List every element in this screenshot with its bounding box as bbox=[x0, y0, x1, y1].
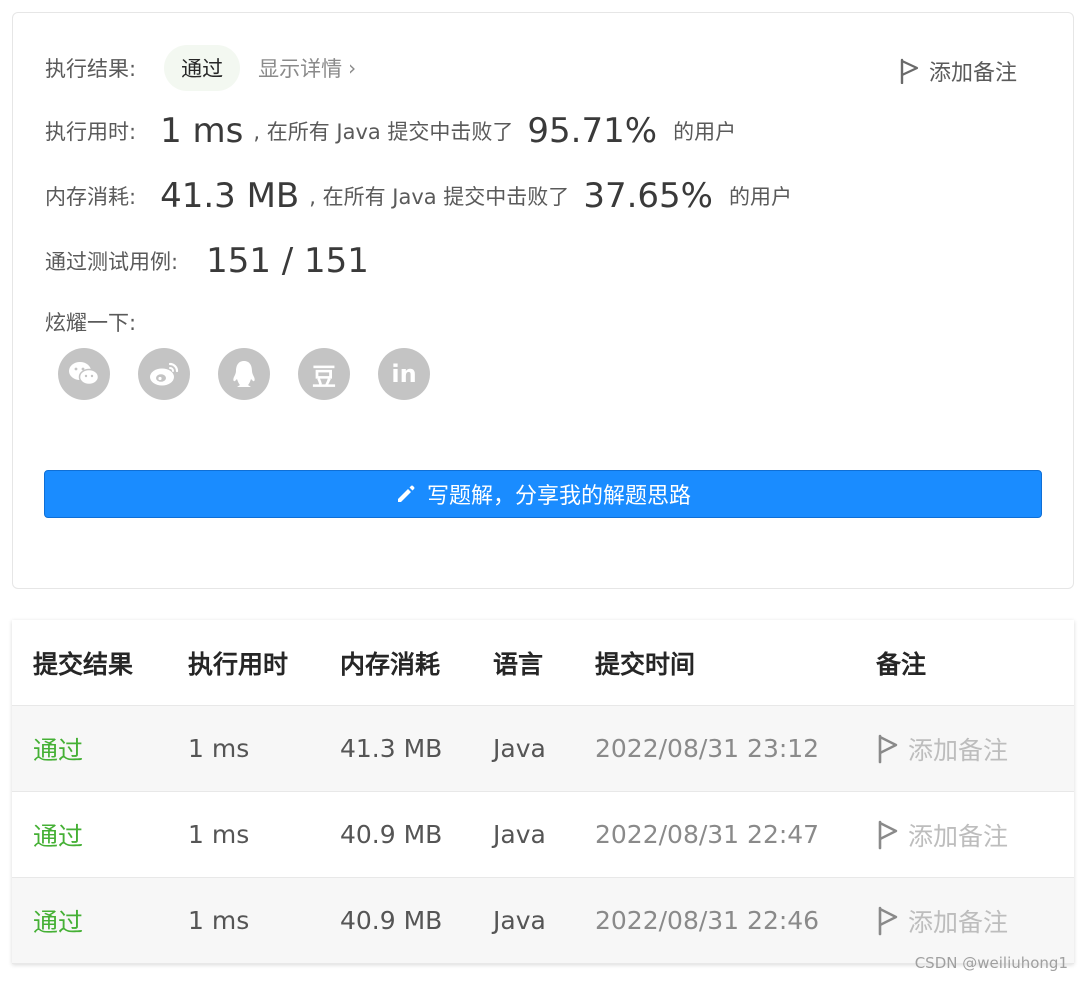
row-time: 2022/08/31 22:46 bbox=[595, 906, 820, 935]
row-add-note-button[interactable]: 添加备注 bbox=[876, 817, 1008, 853]
header-note: 备注 bbox=[876, 649, 927, 679]
share-row: 炫耀一下: bbox=[45, 307, 136, 337]
header-memory[interactable]: 内存消耗 bbox=[340, 645, 440, 681]
tests-value: 151 / 151 bbox=[206, 241, 369, 281]
header-language[interactable]: 语言 bbox=[493, 645, 543, 681]
row-add-note-button[interactable]: 添加备注 bbox=[876, 903, 1008, 939]
row-status[interactable]: 通过 bbox=[33, 903, 83, 939]
header-runtime[interactable]: 执行用时 bbox=[188, 645, 288, 681]
write-solution-button[interactable]: 写题解，分享我的解题思路 bbox=[44, 470, 1042, 518]
table-row: 通过 1 ms 40.9 MB Java 2022/08/31 22:46 添加… bbox=[12, 878, 1074, 964]
flag-icon bbox=[900, 58, 919, 84]
runtime-row: 执行用时: 1 ms , 在所有 Java 提交中击败了 95.71% 的用户 bbox=[45, 111, 736, 151]
qq-icon[interactable] bbox=[218, 348, 270, 400]
weibo-icon[interactable] bbox=[138, 348, 190, 400]
result-card: 执行结果: 通过 显示详情 › 添加备注 执行用时: 1 ms , 在所有 Ja… bbox=[12, 12, 1074, 589]
row-time: 2022/08/31 23:12 bbox=[595, 734, 820, 763]
table-row: 通过 1 ms 41.3 MB Java 2022/08/31 23:12 添加… bbox=[12, 706, 1074, 792]
row-status[interactable]: 通过 bbox=[33, 817, 83, 853]
row-memory: 40.9 MB bbox=[340, 820, 443, 849]
row-note-label: 添加备注 bbox=[908, 735, 1009, 765]
memory-value: 41.3 MB bbox=[160, 176, 300, 216]
write-solution-label: 写题解，分享我的解题思路 bbox=[426, 484, 691, 509]
memory-suffix: 的用户 bbox=[728, 185, 792, 209]
show-details-link[interactable]: 显示详情 › bbox=[258, 53, 356, 83]
add-note-label: 添加备注 bbox=[928, 61, 1017, 86]
flag-icon bbox=[878, 734, 898, 763]
row-language: Java bbox=[493, 734, 546, 763]
memory-beat-text: , 在所有 Java 提交中击败了 bbox=[309, 185, 570, 209]
status-badge: 通过 bbox=[164, 45, 241, 91]
linkedin-glyph: in bbox=[391, 360, 417, 388]
tests-label: 通过测试用例: bbox=[45, 250, 179, 274]
runtime-beat-text: , 在所有 Java 提交中击败了 bbox=[253, 120, 514, 144]
memory-label: 内存消耗: bbox=[45, 185, 137, 209]
wechat-icon[interactable] bbox=[58, 348, 110, 400]
row-add-note-button[interactable]: 添加备注 bbox=[876, 731, 1008, 767]
memory-percent: 37.65% bbox=[583, 176, 713, 216]
row-language: Java bbox=[493, 820, 546, 849]
share-icons: 豆 in bbox=[58, 348, 430, 400]
share-label: 炫耀一下: bbox=[45, 311, 137, 335]
table-row: 通过 1 ms 40.9 MB Java 2022/08/31 22:47 添加… bbox=[12, 792, 1074, 878]
table-header: 提交结果 执行用时 内存消耗 语言 提交时间 备注 bbox=[12, 620, 1074, 706]
chevron-right-icon: › bbox=[348, 56, 357, 80]
flag-icon bbox=[878, 906, 898, 935]
row-language: Java bbox=[493, 906, 546, 935]
runtime-percent: 95.71% bbox=[527, 111, 658, 151]
flag-icon bbox=[878, 820, 898, 849]
row-runtime: 1 ms bbox=[188, 734, 250, 763]
row-note-label: 添加备注 bbox=[908, 907, 1009, 937]
header-status[interactable]: 提交结果 bbox=[33, 645, 133, 681]
douban-glyph: 豆 bbox=[312, 362, 336, 391]
pencil-icon bbox=[397, 485, 415, 502]
row-memory: 40.9 MB bbox=[340, 906, 443, 935]
result-label: 执行结果: bbox=[45, 57, 137, 81]
watermark: CSDN @weiliuhong1 bbox=[914, 954, 1068, 972]
runtime-value: 1 ms bbox=[160, 111, 244, 151]
submissions-table: 提交结果 执行用时 内存消耗 语言 提交时间 备注 通过 1 ms 41.3 M… bbox=[12, 620, 1074, 964]
add-note-button[interactable]: 添加备注 bbox=[899, 55, 1017, 87]
runtime-label: 执行用时: bbox=[45, 120, 137, 144]
tests-row: 通过测试用例: 151 / 151 bbox=[45, 241, 369, 281]
row-time: 2022/08/31 22:47 bbox=[595, 820, 820, 849]
row-status[interactable]: 通过 bbox=[33, 731, 83, 767]
header-time[interactable]: 提交时间 bbox=[595, 645, 695, 681]
runtime-suffix: 的用户 bbox=[673, 120, 737, 144]
row-memory: 41.3 MB bbox=[340, 734, 443, 763]
show-details-label: 显示详情 bbox=[258, 57, 343, 81]
result-row: 执行结果: 通过 显示详情 › bbox=[45, 45, 356, 91]
row-runtime: 1 ms bbox=[188, 820, 250, 849]
memory-row: 内存消耗: 41.3 MB , 在所有 Java 提交中击败了 37.65% 的… bbox=[45, 176, 792, 216]
row-note-label: 添加备注 bbox=[908, 821, 1009, 851]
row-runtime: 1 ms bbox=[188, 906, 250, 935]
linkedin-icon[interactable]: in bbox=[378, 348, 430, 400]
douban-icon[interactable]: 豆 bbox=[298, 348, 350, 400]
